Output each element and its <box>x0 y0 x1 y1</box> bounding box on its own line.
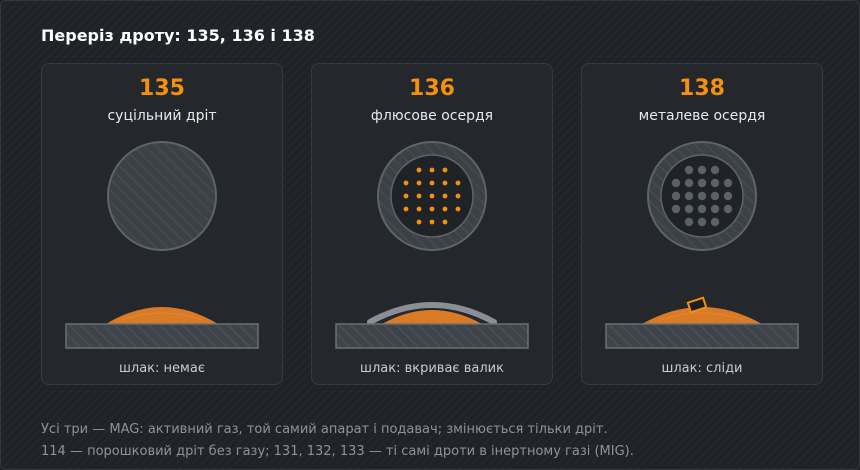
weld-bead-diagram <box>605 296 799 349</box>
footer-line: Усі три — MAG: активний газ, той самий а… <box>41 422 608 437</box>
card-135: 135 суцільний дріт шлак: немає <box>41 63 283 385</box>
metal-core-wire-cross-section <box>647 141 757 251</box>
solid-wire-cross-section <box>107 141 217 251</box>
base-plate <box>605 323 799 349</box>
footer-line: 114 — порошковий дріт без газу; 131, 132… <box>41 444 634 459</box>
base-plate <box>65 323 259 349</box>
process-code: 138 <box>679 76 725 101</box>
process-code: 135 <box>139 76 185 101</box>
footer-notes: Усі три — MAG: активний газ, той самий а… <box>41 419 634 463</box>
weld-bead <box>106 307 218 324</box>
base-plate <box>335 323 529 349</box>
card-136: 136 флюсове осердя шлак: вкриває валик <box>311 63 553 385</box>
slag-note: шлак: немає <box>119 361 205 376</box>
weld-bead-diagram <box>65 307 259 349</box>
weld-bead-diagram <box>335 302 529 349</box>
diagram-title: Переріз дроту: 135, 136 і 138 <box>41 26 315 45</box>
process-code: 136 <box>409 76 455 101</box>
wire-type-label: суцільний дріт <box>107 108 217 124</box>
slag-note: шлак: вкриває валик <box>360 361 504 376</box>
flux-core-wire-cross-section <box>377 141 487 251</box>
slag-note: шлак: сліди <box>661 361 743 376</box>
wire-type-label: металеве осердя <box>638 108 766 124</box>
wire-type-label: флюсове осердя <box>370 108 494 124</box>
card-138: 138 металеве осердя шлак: сліди <box>581 63 823 385</box>
diagram-panel: Переріз дроту: 135, 136 і 138 135 суціль… <box>0 0 860 470</box>
